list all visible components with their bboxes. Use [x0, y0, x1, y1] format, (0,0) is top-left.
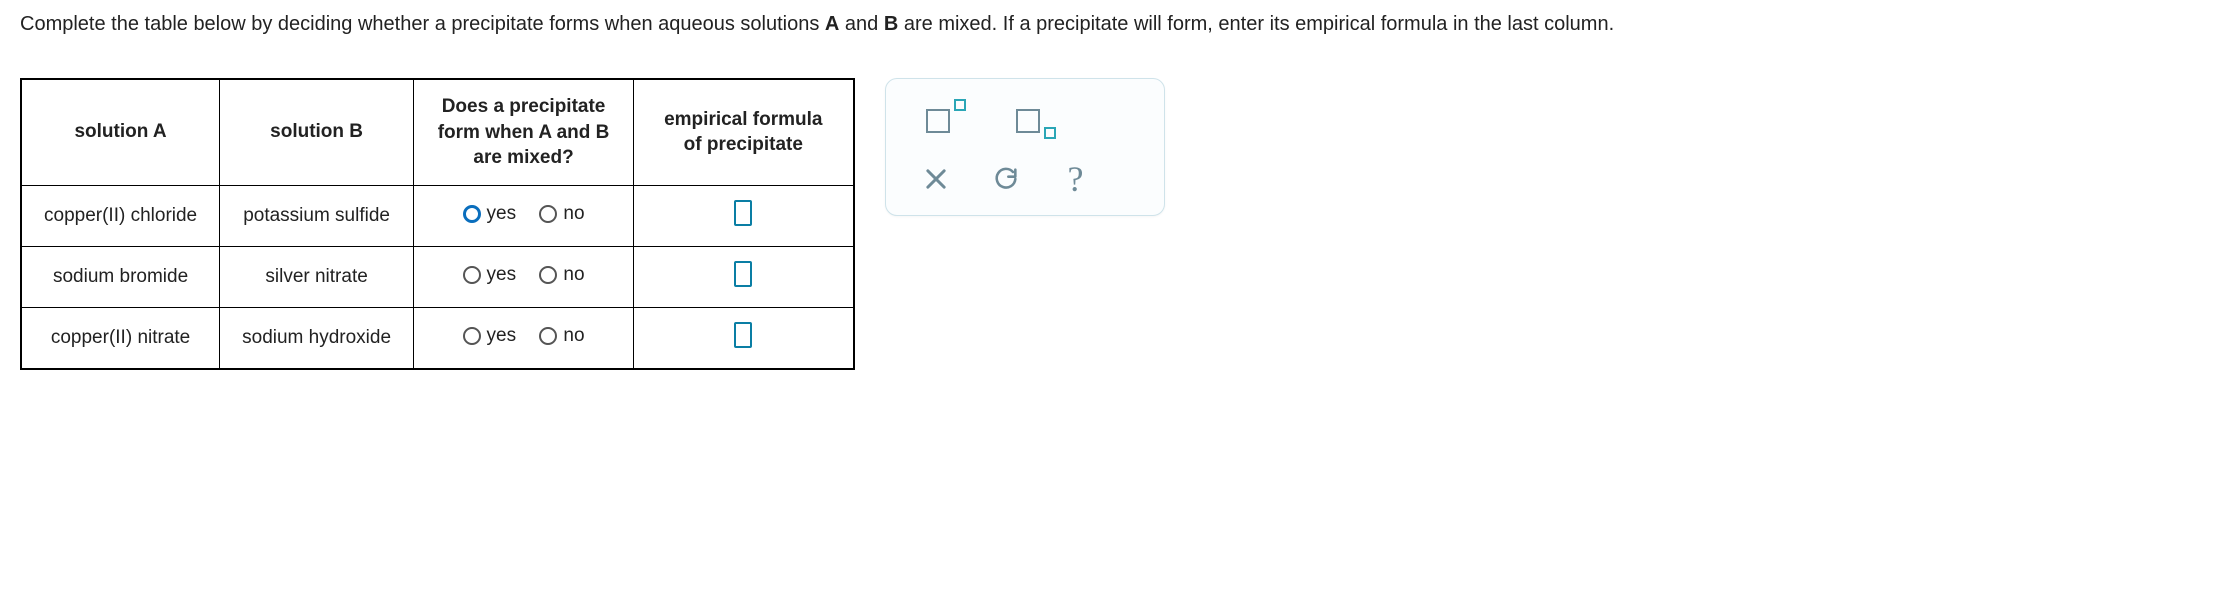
table-row: copper(II) chloride potassium sulfide ye… [21, 185, 854, 246]
radio-yes[interactable]: yes [463, 264, 517, 286]
instr-prefix: Complete the table below by deciding whe… [20, 13, 825, 35]
formula-input[interactable] [734, 200, 752, 226]
table-row: copper(II) nitrate sodium hydroxide yes … [21, 307, 854, 369]
header-solution-a: solution A [21, 79, 220, 185]
formula-input[interactable] [734, 322, 752, 348]
header-question: Does a precipitate form when A and B are… [414, 79, 634, 185]
radio-no-label: no [563, 264, 584, 286]
instr-bold-a: A [825, 13, 839, 35]
radio-circle-icon [463, 205, 481, 223]
toolbox-panel: ? [885, 78, 1165, 216]
cell-formula [634, 246, 854, 307]
cell-yesno: yes no [414, 185, 634, 246]
cell-yesno: yes no [414, 246, 634, 307]
cell-yesno: yes no [414, 307, 634, 369]
subscript-icon [1016, 101, 1056, 137]
header-formula: empirical formula of precipitate [634, 79, 854, 185]
instr-bold-b: B [884, 13, 898, 35]
precipitate-table: solution A solution B Does a precipitate… [20, 78, 855, 370]
radio-yes[interactable]: yes [463, 325, 517, 347]
instr-suffix: are mixed. If a precipitate will form, e… [898, 13, 1614, 35]
table-row: sodium bromide silver nitrate yes no [21, 246, 854, 307]
reset-icon [992, 165, 1020, 193]
cell-solution-b: potassium sulfide [220, 185, 414, 246]
clear-button[interactable] [916, 159, 956, 199]
cell-solution-a: copper(II) nitrate [21, 307, 220, 369]
radio-yes[interactable]: yes [463, 203, 517, 225]
radio-circle-icon [539, 205, 557, 223]
header-solution-b: solution B [220, 79, 414, 185]
cell-formula [634, 307, 854, 369]
close-icon [922, 165, 950, 193]
radio-circle-icon [463, 266, 481, 284]
help-icon: ? [1068, 161, 1084, 197]
cell-solution-a: copper(II) chloride [21, 185, 220, 246]
radio-yes-label: yes [487, 325, 517, 347]
superscript-button[interactable] [926, 99, 966, 139]
radio-no-label: no [563, 325, 584, 347]
radio-yes-label: yes [487, 264, 517, 286]
radio-yes-label: yes [487, 203, 517, 225]
radio-circle-icon [539, 266, 557, 284]
radio-no-label: no [563, 203, 584, 225]
instructions-text: Complete the table below by deciding whe… [20, 10, 2216, 38]
instr-mid: and [839, 13, 883, 35]
superscript-icon [926, 101, 966, 137]
subscript-button[interactable] [1016, 99, 1056, 139]
cell-formula [634, 185, 854, 246]
radio-no[interactable]: no [539, 325, 584, 347]
radio-no[interactable]: no [539, 264, 584, 286]
radio-circle-icon [463, 327, 481, 345]
formula-input[interactable] [734, 261, 752, 287]
help-button[interactable]: ? [1056, 159, 1096, 199]
radio-circle-icon [539, 327, 557, 345]
cell-solution-b: silver nitrate [220, 246, 414, 307]
cell-solution-a: sodium bromide [21, 246, 220, 307]
reset-button[interactable] [986, 159, 1026, 199]
cell-solution-b: sodium hydroxide [220, 307, 414, 369]
radio-no[interactable]: no [539, 203, 584, 225]
